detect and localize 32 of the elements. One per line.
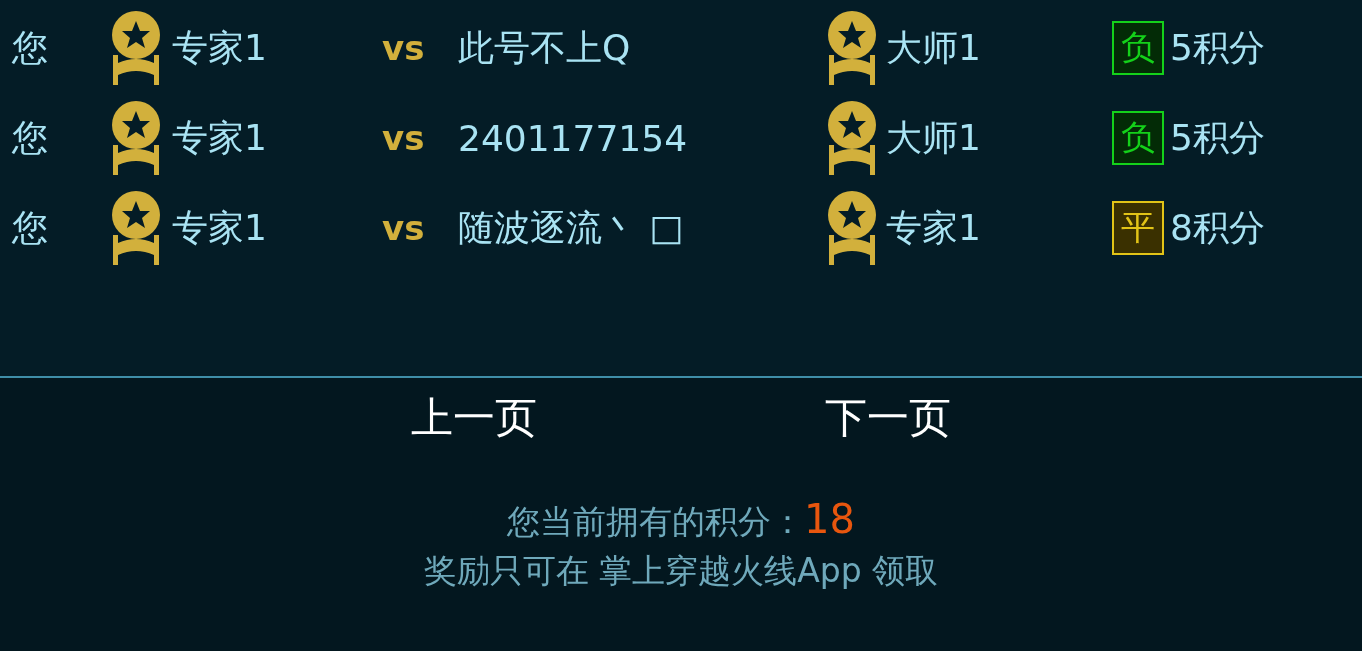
medal-icon	[110, 9, 162, 87]
opponent-rank: 大师1	[886, 25, 982, 70]
opponent-name: 随波逐流丶 □	[458, 205, 685, 250]
vs-label: vs	[382, 208, 426, 248]
opponent-rank: 大师1	[886, 115, 982, 160]
next-page-link[interactable]: 下一页	[825, 390, 951, 446]
opponent-name: 2401177154	[458, 117, 689, 159]
medal-icon	[826, 189, 878, 267]
player-label: 您	[12, 25, 49, 70]
player-rank: 专家1	[172, 115, 268, 160]
medal-icon	[826, 99, 878, 177]
player-rank: 专家1	[172, 205, 268, 250]
result-badge: 平	[1112, 201, 1164, 255]
opponent-rank: 专家1	[886, 205, 982, 250]
points-label: 您当前拥有的积分：	[507, 501, 805, 543]
opponent-name: 此号不上Q	[458, 25, 632, 70]
player-label: 您	[12, 205, 49, 250]
vs-label: vs	[382, 118, 426, 158]
medal-icon	[110, 99, 162, 177]
points-text: 8积分	[1170, 205, 1266, 250]
points-text: 5积分	[1170, 115, 1266, 160]
points-text: 5积分	[1170, 25, 1266, 70]
result-badge: 负	[1112, 21, 1164, 75]
medal-icon	[110, 189, 162, 267]
vs-label: vs	[382, 28, 426, 68]
medal-icon	[826, 9, 878, 87]
player-rank: 专家1	[172, 25, 268, 70]
points-value: 18	[804, 496, 855, 542]
player-label: 您	[12, 115, 49, 160]
reward-note: 奖励只可在 掌上穿越火线App 领取	[423, 550, 939, 592]
result-badge: 负	[1112, 111, 1164, 165]
previous-page-link[interactable]: 上一页	[411, 390, 537, 446]
